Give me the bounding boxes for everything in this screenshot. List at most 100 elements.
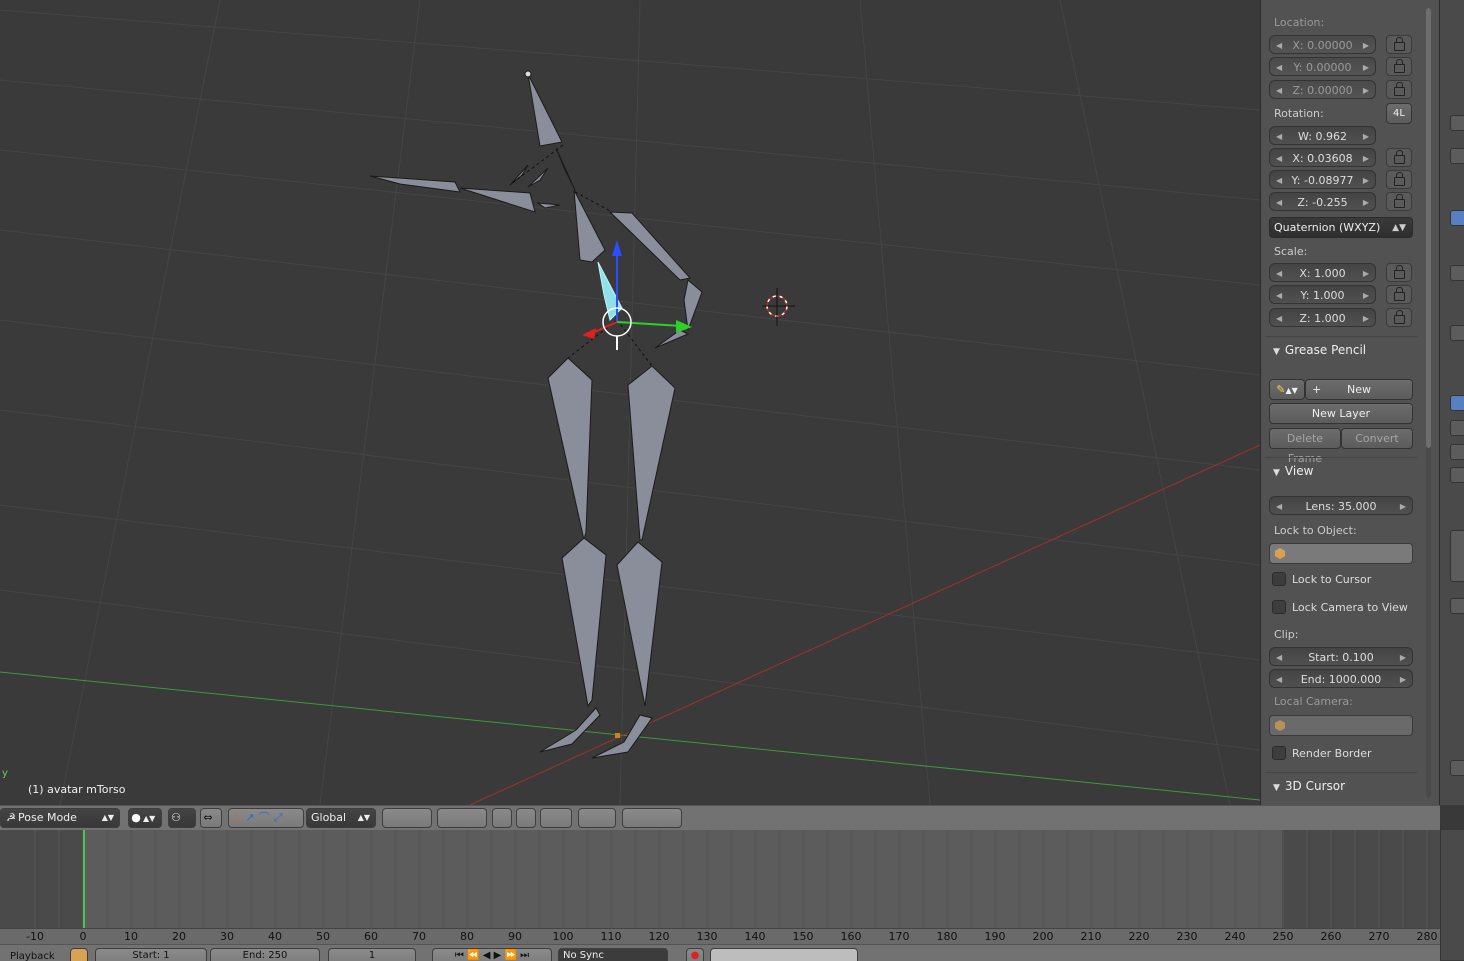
pose-copy-paste-buttons[interactable] bbox=[622, 808, 682, 828]
3d-view-header: ☭ Pose Mode ▲▼ ● ▲▼ ⚇ ⇔ ⊥ ↗ ⌒ ⤢ Global ▲▼ bbox=[0, 805, 1440, 830]
lens-field[interactable]: ◀ Lens: 35.000 ▶ bbox=[1269, 496, 1413, 515]
3d-cursor-icon[interactable] bbox=[762, 288, 795, 326]
playback-controls[interactable]: ⏮ ⏪ ◀ ▶ ⏩ ⏭ bbox=[432, 948, 552, 961]
timeline-area[interactable] bbox=[0, 830, 1440, 930]
scale-x-field[interactable]: ◀ X: 1.000 ▶ bbox=[1269, 263, 1376, 282]
arc-icon: ⌒ bbox=[258, 811, 270, 824]
render-tab-icon[interactable] bbox=[1450, 115, 1464, 131]
lock-location-x-button[interactable] bbox=[1386, 35, 1412, 54]
rotation-w-field[interactable]: ◀ W: 0.962 ▶ bbox=[1269, 126, 1376, 145]
location-z-field[interactable]: ◀ Z: 0.00000 ▶ bbox=[1269, 80, 1376, 99]
grease-pencil-data-select[interactable]: ✎▲▼ bbox=[1269, 379, 1305, 400]
render-border-label: Render Border bbox=[1292, 747, 1372, 760]
panel-scrollbar[interactable] bbox=[1426, 8, 1431, 798]
grease-pencil-new-button[interactable]: + New bbox=[1305, 379, 1413, 400]
pivot-icon: ⚇ bbox=[171, 811, 181, 824]
lock-scale-z-button[interactable] bbox=[1386, 308, 1412, 327]
lock-scale-y-button[interactable] bbox=[1386, 285, 1412, 304]
proportional-edit-icon[interactable] bbox=[516, 808, 536, 828]
end-frame-field[interactable]: End: 250 bbox=[210, 948, 320, 961]
keying-set-field[interactable] bbox=[710, 948, 858, 961]
location-x-field[interactable]: ◀ X: 0.00000 ▶ bbox=[1269, 35, 1376, 54]
mode-select[interactable]: ☭ Pose Mode ▲▼ bbox=[0, 808, 120, 828]
lock-icon bbox=[1393, 59, 1405, 73]
axis-indicator: y bbox=[2, 768, 8, 779]
record-icon[interactable]: ● bbox=[686, 948, 704, 961]
lock-to-object-field[interactable] bbox=[1269, 543, 1413, 564]
checkbox-icon[interactable] bbox=[1450, 444, 1464, 460]
ruler-tick-label: 170 bbox=[888, 930, 910, 943]
updown-arrows-icon: ▲▼ bbox=[143, 814, 156, 823]
render-border-checkbox[interactable] bbox=[1272, 746, 1286, 760]
lock-rotation-x-button[interactable] bbox=[1386, 148, 1412, 167]
armature-skeleton[interactable] bbox=[369, 70, 703, 759]
scrollbar-thumb[interactable] bbox=[1426, 8, 1431, 448]
rotation-x-field[interactable]: ◀ X: 0.03608 ▶ bbox=[1269, 148, 1376, 167]
timeline-ruler[interactable]: -10 0 10 20 30 40 50 60 70 80 90 100 110 120 130 140 150… bbox=[0, 928, 1440, 945]
transform-manipulators[interactable]: ⊥ ↗ ⌒ ⤢ bbox=[228, 808, 304, 828]
convert-button[interactable]: Convert bbox=[1341, 428, 1413, 449]
3d-viewport[interactable]: y (1) avatar mTorso bbox=[0, 0, 1260, 805]
current-frame-field[interactable]: 1 bbox=[328, 948, 416, 961]
lock-camera-to-view-checkbox[interactable] bbox=[1272, 600, 1286, 614]
selected-field-icon[interactable] bbox=[1450, 395, 1464, 411]
rotation-4l-button[interactable]: 4L bbox=[1386, 103, 1412, 124]
pivot-point-select[interactable]: ⚇ bbox=[168, 808, 196, 828]
clip-start-field[interactable]: ◀ Start: 0.100 ▶ bbox=[1269, 647, 1413, 666]
orientation-select[interactable]: Global ▲▼ bbox=[306, 808, 376, 828]
lock-location-z-button[interactable] bbox=[1386, 80, 1412, 99]
button-icon[interactable] bbox=[1450, 760, 1464, 776]
layer-lock-icon[interactable] bbox=[492, 808, 512, 828]
axis-y-label: y bbox=[2, 768, 8, 779]
sync-select[interactable]: No Sync bbox=[558, 948, 668, 961]
ruler-tick-label: 200 bbox=[1032, 930, 1054, 943]
lock-to-cursor-checkbox[interactable] bbox=[1272, 572, 1286, 586]
local-camera-field[interactable] bbox=[1269, 715, 1413, 736]
ruler-tick-label: 230 bbox=[1176, 930, 1198, 943]
render-buttons[interactable] bbox=[578, 808, 616, 828]
lock-icon bbox=[1393, 37, 1405, 51]
layers-2-grid[interactable] bbox=[437, 808, 487, 828]
scale-y-field[interactable]: ◀ Y: 1.000 ▶ bbox=[1269, 285, 1376, 304]
new-layer-button[interactable]: New Layer bbox=[1269, 403, 1413, 424]
lock-rotation-y-button[interactable] bbox=[1386, 170, 1412, 189]
button-icon[interactable] bbox=[1450, 598, 1464, 614]
manipulator-toggle[interactable]: ⇔ bbox=[200, 808, 222, 828]
ruler-tick-label: 90 bbox=[508, 930, 522, 943]
pose-mode-icon: ☭ bbox=[6, 811, 16, 824]
checkbox-icon[interactable] bbox=[1450, 325, 1464, 341]
ruler-tick-label: 30 bbox=[220, 930, 234, 943]
ruler-tick-label: 110 bbox=[600, 930, 622, 943]
lock-location-y-button[interactable] bbox=[1386, 57, 1412, 76]
location-y-field[interactable]: ◀ Y: 0.00000 ▶ bbox=[1269, 57, 1376, 76]
layers-1-grid[interactable] bbox=[382, 808, 432, 828]
rotation-mode-select[interactable]: Quaternion (WXYZ) ▲▼ bbox=[1269, 217, 1413, 238]
clip-end-field[interactable]: ◀ End: 1000.000 ▶ bbox=[1269, 669, 1413, 688]
updown-arrows-icon: ▲▼ bbox=[1285, 386, 1298, 395]
rotation-z-field[interactable]: ◀ Z: -0.255 ▶ bbox=[1269, 192, 1376, 211]
rotation-y-field[interactable]: ◀ Y: -0.08977 ▶ bbox=[1269, 170, 1376, 189]
lock-rotation-z-button[interactable] bbox=[1386, 192, 1412, 211]
viewport-shading-select[interactable]: ● ▲▼ bbox=[128, 808, 162, 828]
snap-select[interactable] bbox=[540, 808, 572, 828]
ruler-tick-label: 250 bbox=[1272, 930, 1294, 943]
start-frame-field[interactable]: Start: 1 bbox=[95, 948, 207, 961]
viewport-canvas[interactable] bbox=[0, 0, 1260, 805]
rotation-label: Rotation: bbox=[1274, 107, 1324, 120]
grease-pencil-section-header[interactable]: ▼ Grease Pencil bbox=[1273, 343, 1366, 357]
lock-scale-x-button[interactable] bbox=[1386, 263, 1412, 282]
checkbox-icon[interactable] bbox=[1450, 265, 1464, 281]
view-section-header[interactable]: ▼ View bbox=[1273, 464, 1313, 478]
checkbox-icon[interactable] bbox=[1450, 420, 1464, 436]
checkbox-icon[interactable] bbox=[1450, 467, 1464, 483]
clip-label: Clip: bbox=[1274, 628, 1299, 641]
3d-cursor-section-header[interactable]: ▼ 3D Cursor bbox=[1273, 779, 1345, 793]
panel-widget-icon[interactable] bbox=[1450, 530, 1464, 582]
keying-icon[interactable] bbox=[70, 948, 88, 961]
ruler-tick-label: 100 bbox=[552, 930, 574, 943]
active-tab-icon[interactable] bbox=[1450, 210, 1464, 226]
scene-tab-icon[interactable] bbox=[1450, 148, 1464, 164]
ruler-tick-label: 60 bbox=[364, 930, 378, 943]
scale-z-field[interactable]: ◀ Z: 1.000 ▶ bbox=[1269, 308, 1376, 327]
delete-frame-button[interactable]: Delete Frame bbox=[1269, 428, 1341, 465]
